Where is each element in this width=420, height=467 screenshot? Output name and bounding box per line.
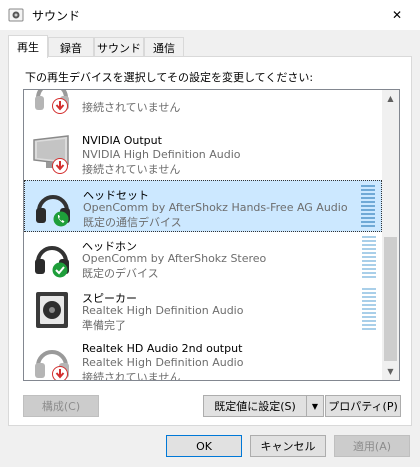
device-name: NVIDIA Output (82, 134, 162, 147)
device-status: 既定の通信デバイス (83, 216, 182, 229)
title-bar: サウンド ✕ (0, 0, 420, 30)
configure-button[interactable]: 構成(C) (23, 395, 99, 417)
cancel-button[interactable]: キャンセル (250, 435, 326, 457)
list-item[interactable]: NVIDIA Output NVIDIA High Definition Aud… (24, 128, 382, 180)
device-status: 接続されていません (82, 163, 181, 176)
tab-communications[interactable]: 通信 (144, 37, 184, 57)
disconnected-badge-icon (52, 366, 68, 380)
device-name: Realtek HD Audio 2nd output (82, 342, 243, 355)
vertical-scrollbar[interactable]: ▲ ▼ (382, 90, 399, 380)
device-description: NVIDIA High Definition Audio (82, 148, 241, 161)
set-default-dropdown-button[interactable]: ▼ (306, 395, 324, 417)
chevron-down-icon: ▼ (311, 401, 319, 411)
close-icon: ✕ (391, 8, 403, 22)
chevron-up-icon: ▲ (387, 94, 394, 103)
tab-playback[interactable]: 再生 (8, 35, 48, 58)
device-status: 接続されていません (82, 101, 181, 114)
close-button[interactable]: ✕ (374, 0, 420, 30)
list-item[interactable]: 接続されていません (24, 90, 382, 121)
tab-sounds[interactable]: サウンド (94, 37, 144, 57)
device-description: Realtek High Definition Audio (82, 304, 244, 317)
ok-button[interactable]: OK (166, 435, 242, 457)
properties-button[interactable]: プロパティ(P) (325, 395, 401, 417)
tab-recording[interactable]: 録音 (48, 37, 94, 57)
speaker-icon (36, 292, 68, 328)
list-item[interactable]: ヘッドホン OpenComm by AfterShokz Stereo 既定のデ… (24, 232, 382, 284)
chevron-down-icon: ▼ (387, 367, 394, 376)
phone-badge-icon (53, 211, 69, 227)
apply-button[interactable]: 適用(A) (334, 435, 410, 457)
device-description: OpenComm by AfterShokz Hands-Free AG Aud… (83, 201, 348, 214)
speaker-icon (8, 8, 24, 22)
list-item[interactable]: ヘッドセット OpenComm by AfterShokz Hands-Free… (24, 180, 382, 232)
playback-panel: 下の再生デバイスを選択してその設定を変更してください: 接続されていません NV… (8, 56, 412, 426)
volume-level-meter (362, 236, 376, 278)
device-description: OpenComm by AfterShokz Stereo (82, 252, 267, 265)
set-default-button[interactable]: 既定値に設定(S) (203, 395, 307, 417)
volume-level-meter (362, 288, 376, 330)
device-status: 準備完了 (82, 319, 126, 332)
device-status: 接続されていません (82, 371, 181, 381)
instruction-text: 下の再生デバイスを選択してその設定を変更してください: (25, 71, 314, 84)
device-list[interactable]: 接続されていません NVIDIA Output NVIDIA High Defi… (23, 89, 400, 381)
device-description: Realtek High Definition Audio (82, 356, 244, 369)
disconnected-badge-icon (52, 158, 68, 174)
scrollbar-thumb[interactable] (384, 237, 397, 361)
device-status: 既定のデバイス (82, 267, 159, 280)
list-item[interactable]: Realtek HD Audio 2nd output Realtek High… (24, 336, 382, 381)
list-item[interactable]: スピーカー Realtek High Definition Audio 準備完了 (24, 284, 382, 336)
disconnected-badge-icon (52, 98, 68, 114)
scroll-up-button[interactable]: ▲ (382, 90, 399, 107)
volume-level-meter (361, 185, 375, 227)
scroll-down-button[interactable]: ▼ (382, 363, 399, 380)
tab-strip: 再生 録音 サウンド 通信 (8, 35, 412, 58)
window-title: サウンド (32, 8, 81, 23)
check-badge-icon (52, 262, 68, 278)
